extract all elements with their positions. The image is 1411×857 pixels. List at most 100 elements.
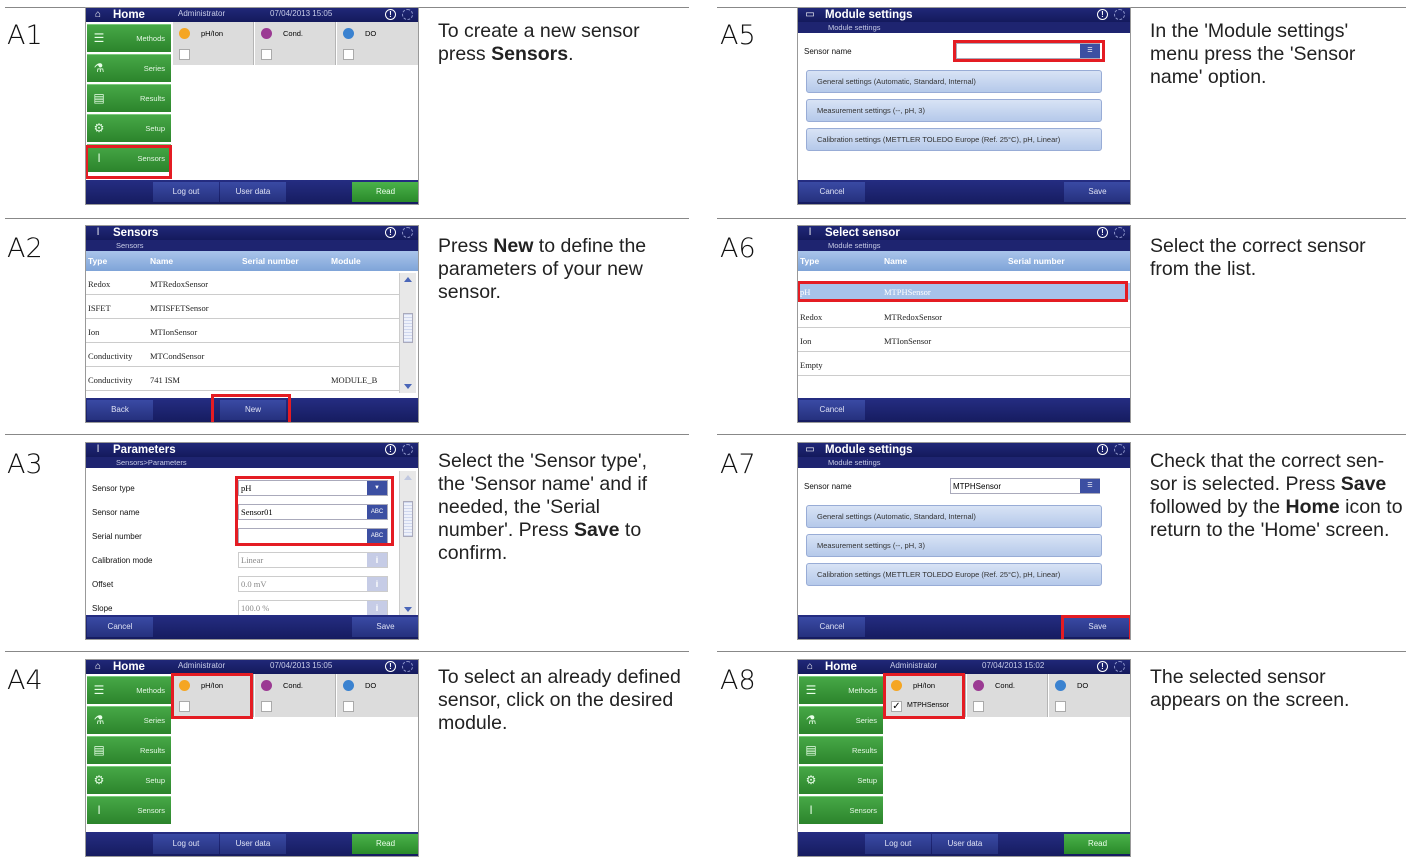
step-label-a3: A3 — [7, 449, 43, 480]
module-settings-screen-a5: ▭ Module settings ! Module settings Sens… — [797, 7, 1131, 205]
info-button[interactable]: i — [367, 577, 387, 591]
sidebar-item-setup[interactable]: ⚙ Setup — [87, 766, 171, 794]
cancel-button[interactable]: Cancel — [799, 182, 865, 202]
sidebar-item-results[interactable]: ▤ Results — [87, 736, 171, 764]
module-do[interactable]: DO — [1049, 674, 1130, 717]
general-settings-button[interactable]: General settings (Automatic, Standard, I… — [806, 505, 1102, 528]
scroll-thumb[interactable] — [403, 501, 413, 537]
module-checkbox[interactable] — [343, 49, 354, 60]
info-icon[interactable]: ! — [385, 227, 396, 238]
module-checkbox[interactable] — [343, 701, 354, 712]
logout-button[interactable]: Log out — [865, 834, 931, 854]
info-icon[interactable]: ! — [1097, 661, 1108, 672]
cancel-button[interactable]: Cancel — [799, 617, 865, 637]
table-row[interactable]: Conductivity 741 ISM MODULE_B — [86, 367, 399, 391]
info-icon[interactable]: ! — [1097, 444, 1108, 455]
sensor-name-field[interactable]: MTPHSensor — [950, 478, 1100, 494]
sidebar-label: Series — [143, 64, 165, 73]
info-button[interactable]: i — [367, 601, 387, 615]
scroll-down-arrow[interactable] — [404, 607, 412, 612]
highlight-box — [86, 145, 172, 179]
sidebar-item-results[interactable]: ▤ Results — [87, 84, 171, 112]
module-cond[interactable]: Cond. — [967, 674, 1048, 717]
sidebar-item-series[interactable]: ⚗ Series — [87, 706, 171, 734]
divider — [5, 651, 689, 652]
user-data-button[interactable]: User data — [932, 834, 998, 854]
info-button[interactable]: i — [367, 553, 387, 567]
info-icon[interactable]: ! — [385, 9, 396, 20]
field-label: Sensor name — [804, 482, 852, 491]
table-row[interactable]: Empty — [798, 352, 1130, 376]
module-checkbox[interactable] — [973, 701, 984, 712]
scrollbar[interactable] — [399, 273, 416, 393]
module-color-dot — [343, 28, 354, 39]
measurement-settings-button[interactable]: Measurement settings (--, pH, 3) — [806, 99, 1102, 122]
setup-icon: ⚙ — [93, 121, 105, 135]
user-data-button[interactable]: User data — [220, 834, 286, 854]
back-button[interactable]: Back — [87, 400, 153, 420]
module-name: pH/Ion — [201, 29, 224, 38]
scroll-up-arrow[interactable] — [404, 475, 412, 480]
module-checkbox[interactable] — [1055, 701, 1066, 712]
module-checkbox[interactable] — [261, 49, 272, 60]
module-checkbox[interactable] — [261, 701, 272, 712]
measurement-settings-button[interactable]: Measurement settings (--, pH, 3) — [806, 534, 1102, 557]
info-icon[interactable]: ! — [1097, 9, 1108, 20]
scroll-up-arrow[interactable] — [404, 277, 412, 282]
module-cond[interactable]: Cond. — [255, 674, 336, 717]
sidebar-item-series[interactable]: ⚗ Series — [799, 706, 883, 734]
title-bar: ▭ Module settings ! — [798, 443, 1130, 457]
scrollbar[interactable] — [399, 471, 416, 616]
table-row[interactable]: Redox MTRedoxSensor — [798, 304, 1130, 328]
field-label: Sensor name — [804, 47, 852, 56]
title-bar: ǀ Parameters ! — [86, 443, 418, 457]
sensors-screen-a2: ǀ Sensors ! Sensors Type Name Serial num… — [85, 225, 419, 423]
home-icon[interactable]: ⌂ — [92, 661, 104, 673]
table-row[interactable]: Ion MTIonSensor — [86, 319, 399, 343]
module-cond[interactable]: Cond. — [255, 22, 336, 65]
sidebar-item-methods[interactable]: ☰ Methods — [87, 676, 171, 704]
read-button[interactable]: Read — [1064, 834, 1130, 854]
sidebar-item-methods[interactable]: ☰ Methods — [799, 676, 883, 704]
cancel-button[interactable]: Cancel — [87, 617, 153, 637]
logout-button[interactable]: Log out — [153, 182, 219, 202]
sidebar-item-sensors[interactable]: ǀ Sensors — [799, 796, 883, 824]
read-button[interactable]: Read — [352, 182, 418, 202]
general-settings-button[interactable]: General settings (Automatic, Standard, I… — [806, 70, 1102, 93]
sidebar-item-series[interactable]: ⚗ Series — [87, 54, 171, 82]
list-button[interactable]: ☰ — [1080, 479, 1100, 493]
save-button[interactable]: Save — [352, 617, 418, 637]
home-icon[interactable]: ⌂ — [92, 9, 104, 21]
sidebar-item-sensors[interactable]: ǀ Sensors — [87, 796, 171, 824]
sidebar-item-setup[interactable]: ⚙ Setup — [87, 114, 171, 142]
read-button[interactable]: Read — [352, 834, 418, 854]
calibration-settings-button[interactable]: Calibration settings (METTLER TOLEDO Eur… — [806, 128, 1102, 151]
row-name: MTRedoxSensor — [150, 279, 209, 289]
table-row[interactable]: Redox MTRedoxSensor — [86, 271, 399, 295]
scroll-thumb[interactable] — [403, 313, 413, 343]
cancel-button[interactable]: Cancel — [799, 400, 865, 420]
table-row[interactable]: ISFET MTISFETSensor — [86, 295, 399, 319]
home-screen-a8: ⌂ Home Administrator 07/04/2013 15:02 ! … — [797, 659, 1131, 857]
calibration-settings-button[interactable]: Calibration settings (METTLER TOLEDO Eur… — [806, 563, 1102, 586]
module-do[interactable]: DO — [337, 674, 418, 717]
scroll-down-arrow[interactable] — [404, 384, 412, 389]
logout-button[interactable]: Log out — [153, 834, 219, 854]
table-row[interactable]: Conductivity MTCondSensor — [86, 343, 399, 367]
module-ph-ion[interactable]: pH/Ion — [173, 22, 254, 65]
home-icon[interactable]: ⌂ — [804, 661, 816, 673]
field-label: Calibration mode — [92, 556, 153, 565]
user-data-button[interactable]: User data — [220, 182, 286, 202]
sidebar-item-results[interactable]: ▤ Results — [799, 736, 883, 764]
sidebar-item-methods[interactable]: ☰ Methods — [87, 24, 171, 52]
info-icon[interactable]: ! — [385, 444, 396, 455]
module-do[interactable]: DO — [337, 22, 418, 65]
table-row[interactable]: Ion MTIonSensor — [798, 328, 1130, 352]
info-icon[interactable]: ! — [385, 661, 396, 672]
info-icon[interactable]: ! — [1097, 227, 1108, 238]
step-label-a6: A6 — [720, 233, 756, 264]
sidebar-item-setup[interactable]: ⚙ Setup — [799, 766, 883, 794]
module-checkbox[interactable] — [179, 49, 190, 60]
save-button[interactable]: Save — [1064, 182, 1130, 202]
sidebar-label: Results — [139, 746, 165, 755]
